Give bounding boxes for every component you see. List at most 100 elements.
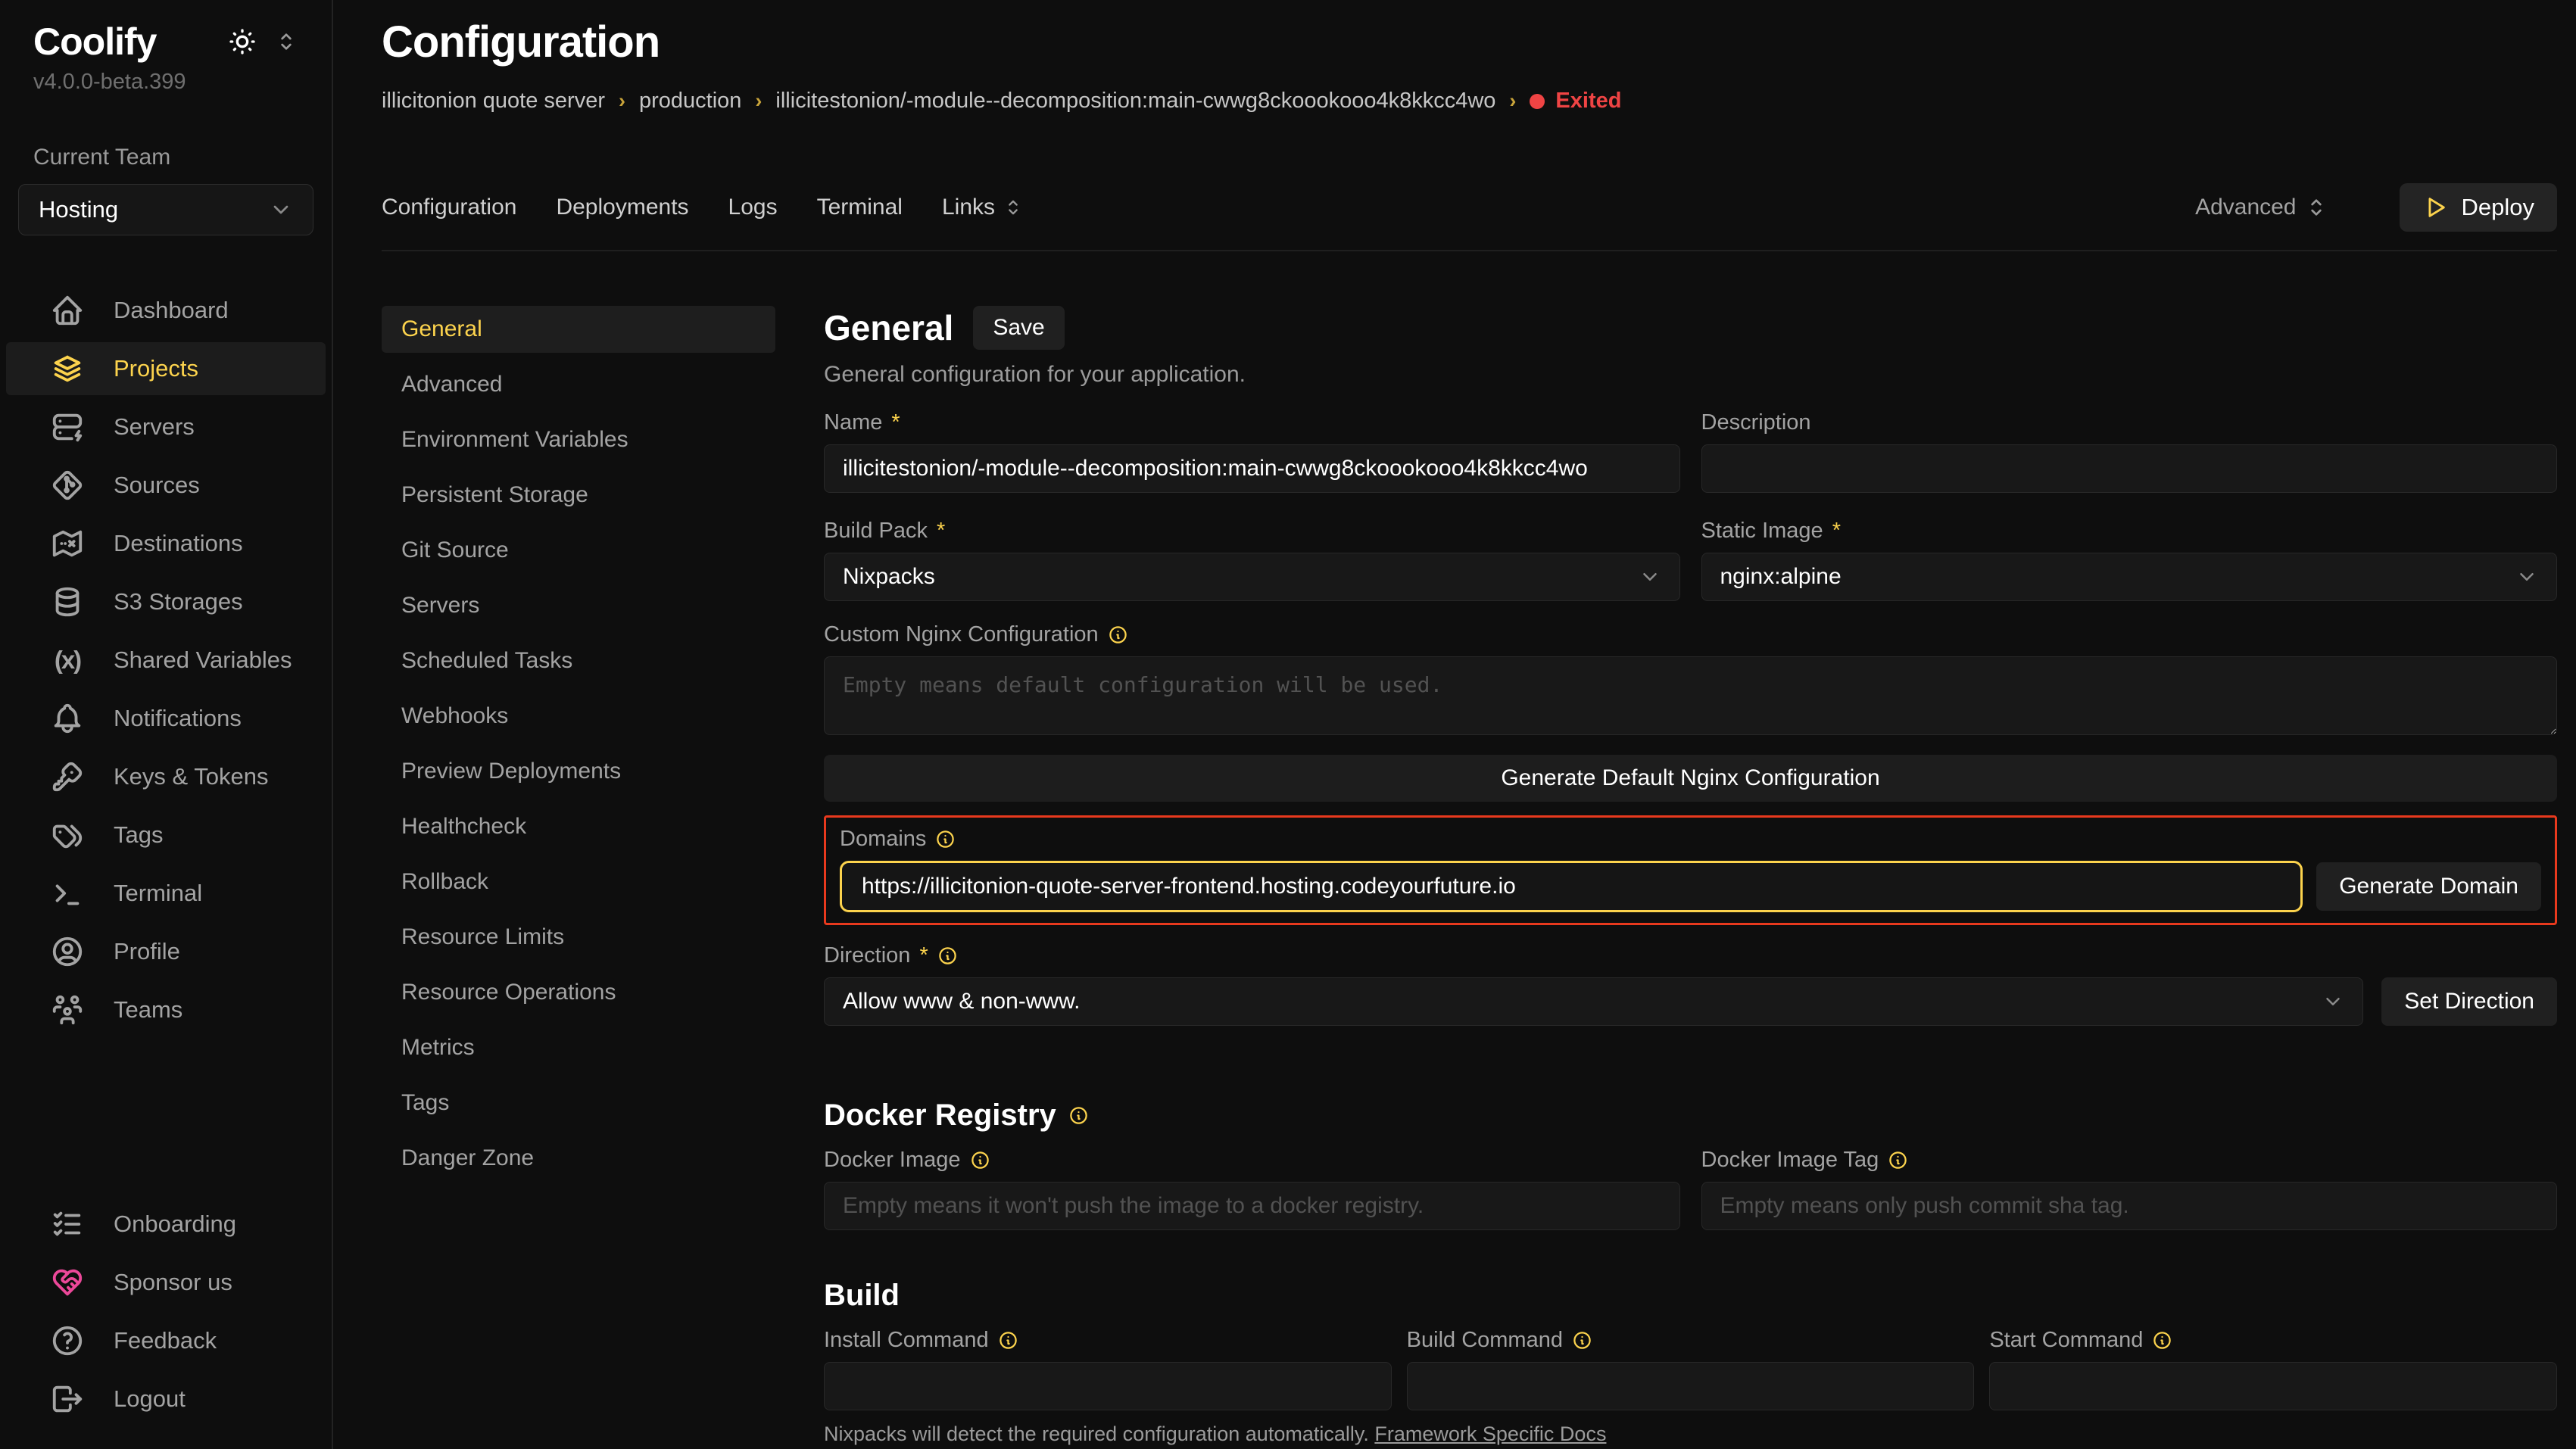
subnav-item-rollback[interactable]: Rollback [382,858,775,905]
direction-value: Allow www & non-www. [843,989,1080,1014]
team-select[interactable]: Hosting [18,184,313,235]
sidebar-item-s3-storages[interactable]: S3 Storages [6,575,326,628]
docker-image-field: Docker Image [824,1148,1680,1230]
domains-section: Domains Generate Domain [824,815,2557,925]
variables-icon: (x) [50,646,85,675]
build-pack-select[interactable]: Nixpacks [824,553,1680,601]
sidebar-item-destinations[interactable]: Destinations [6,517,326,570]
breadcrumb-project[interactable]: illicitonion quote server [382,89,605,114]
info-icon [1068,1105,1089,1126]
sidebar-item-dashboard[interactable]: Dashboard [6,284,326,337]
sidebar-item-keys-tokens[interactable]: Keys & Tokens [6,750,326,803]
build-command-label: Build Command [1407,1328,1975,1353]
sidebar-item-projects[interactable]: Projects [6,342,326,395]
tab-deployments[interactable]: Deployments [556,195,688,220]
subnav-item-scheduled-tasks[interactable]: Scheduled Tasks [382,637,775,684]
team-select-value: Hosting [39,196,118,223]
status-dot-icon [1530,94,1545,109]
subnav-item-healthcheck[interactable]: Healthcheck [382,803,775,850]
subnav-item-resource-limits[interactable]: Resource Limits [382,914,775,961]
sidebar-item-notifications[interactable]: Notifications [6,692,326,745]
sidebar-item-onboarding[interactable]: Onboarding [6,1198,326,1251]
start-command-input[interactable] [1989,1362,2557,1410]
required-mark: * [919,943,928,968]
generate-nginx-button[interactable]: Generate Default Nginx Configuration [824,755,2557,802]
map-icon [50,526,85,561]
start-command-field: Start Command [1989,1328,2557,1410]
tab-links[interactable]: Links [942,195,1024,220]
subnav-item-general[interactable]: General [382,306,775,353]
static-image-value: nginx:alpine [1720,564,1842,590]
info-icon [2152,1330,2172,1351]
sidebar-item-sponsor[interactable]: Sponsor us [6,1256,326,1309]
nginx-config-textarea[interactable] [824,656,2557,735]
info-icon [1888,1150,1908,1170]
tab-logs[interactable]: Logs [728,195,778,220]
subnav-item-metrics[interactable]: Metrics [382,1024,775,1071]
build-pack-value: Nixpacks [843,564,935,590]
docker-image-tag-input[interactable] [1701,1182,2558,1230]
docker-image-tag-field: Docker Image Tag [1701,1148,2558,1230]
main-content: Configuration illicitonion quote server … [333,0,2576,1449]
save-button[interactable]: Save [973,306,1064,350]
framework-docs-link[interactable]: Framework Specific Docs [1374,1423,1606,1445]
direction-select[interactable]: Allow www & non-www. [824,977,2363,1026]
build-command-input[interactable] [1407,1362,1975,1410]
docker-image-input[interactable] [824,1182,1680,1230]
advanced-selector[interactable]: Advanced [2195,195,2328,220]
domains-input[interactable] [840,861,2303,912]
name-input[interactable] [824,444,1680,493]
config-subnav: General Advanced Environment Variables P… [382,306,775,1190]
theme-selector-icon[interactable] [274,30,298,54]
subnav-item-tags[interactable]: Tags [382,1080,775,1126]
build-heading: Build [824,1279,2557,1313]
updown-chevron-icon [1003,197,1024,218]
sidebar-item-servers[interactable]: Servers [6,400,326,453]
current-team-label: Current Team [0,145,332,170]
subnav-item-advanced[interactable]: Advanced [382,361,775,408]
static-image-field: Static Image* nginx:alpine [1701,519,2558,601]
set-direction-button[interactable]: Set Direction [2381,977,2557,1026]
app-logo: Coolify [33,20,156,64]
subnav-item-environment-variables[interactable]: Environment Variables [382,416,775,463]
sidebar-item-profile[interactable]: Profile [6,925,326,978]
static-image-select[interactable]: nginx:alpine [1701,553,2558,601]
docker-image-label: Docker Image [824,1148,1680,1173]
sidebar-item-tags[interactable]: Tags [6,809,326,862]
sidebar-item-feedback[interactable]: Feedback [6,1314,326,1367]
sidebar-item-sources[interactable]: Sources [6,459,326,512]
generate-domain-button[interactable]: Generate Domain [2316,862,2541,911]
name-label: Name* [824,410,1680,435]
deploy-button[interactable]: Deploy [2400,183,2558,232]
subnav-item-persistent-storage[interactable]: Persistent Storage [382,472,775,519]
info-icon [937,946,958,966]
bell-icon [50,701,85,736]
status-badge: Exited [1530,89,1621,114]
description-field: Description [1701,410,2558,493]
subnav-item-git-source[interactable]: Git Source [382,527,775,574]
breadcrumb-environment[interactable]: production [639,89,741,114]
tab-configuration[interactable]: Configuration [382,195,516,220]
checklist-icon [50,1207,85,1242]
subnav-item-danger-zone[interactable]: Danger Zone [382,1135,775,1182]
git-icon [50,468,85,503]
terminal-icon [50,876,85,911]
subnav-item-resource-operations[interactable]: Resource Operations [382,969,775,1016]
sidebar-item-shared-variables[interactable]: (x) Shared Variables [6,634,326,687]
subnav-item-preview-deployments[interactable]: Preview Deployments [382,748,775,795]
tab-terminal[interactable]: Terminal [817,195,903,220]
direction-field: Direction* Allow www & non-www. Set Dire… [824,943,2557,1026]
sidebar-item-teams[interactable]: Teams [6,983,326,1036]
docker-image-tag-label: Docker Image Tag [1701,1148,2558,1173]
subnav-item-servers[interactable]: Servers [382,582,775,629]
sun-icon[interactable] [227,26,257,57]
install-command-input[interactable] [824,1362,1392,1410]
sidebar-item-terminal[interactable]: Terminal [6,867,326,920]
domains-field: Domains Generate Domain [840,827,2541,912]
tabs-bar: Configuration Deployments Logs Terminal … [382,183,2557,251]
description-input[interactable] [1701,444,2558,493]
breadcrumb-application[interactable]: illicitestonion/-module--decomposition:m… [775,89,1495,114]
subnav-item-webhooks[interactable]: Webhooks [382,693,775,740]
users-group-icon [50,992,85,1027]
sidebar-item-logout[interactable]: Logout [6,1373,326,1426]
